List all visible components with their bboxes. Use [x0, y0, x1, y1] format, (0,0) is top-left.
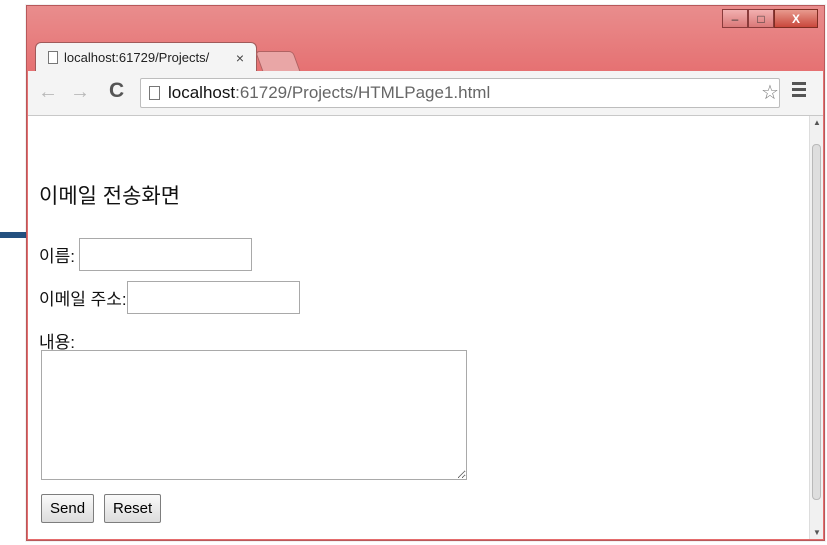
menu-icon[interactable]	[792, 82, 806, 100]
address-bar[interactable]: localhost :61729/Projects/HTMLPage1.html	[140, 78, 780, 108]
vertical-scrollbar[interactable]: ▲ ▼	[809, 116, 823, 539]
close-window-button[interactable]: X	[774, 9, 818, 28]
page-icon	[149, 86, 160, 100]
close-tab-icon[interactable]: ×	[236, 50, 244, 66]
reload-icon[interactable]: C	[109, 79, 124, 103]
page-heading: 이메일 전송화면	[39, 185, 181, 208]
browser-toolbar: ← → C localhost :61729/Projects/HTMLPage…	[28, 71, 823, 116]
reset-button[interactable]: Reset	[104, 494, 162, 523]
page-icon	[48, 51, 58, 64]
bookmark-star-icon[interactable]: ☆	[761, 80, 779, 105]
page-content: 이메일 전송화면 이름: 이메일 주소: 내용: Send Reset	[28, 116, 809, 539]
browser-window: – □ X localhost:61729/Projects/ × ← → C …	[26, 5, 825, 541]
tab-title: localhost:61729/Projects/	[64, 50, 210, 65]
forward-icon[interactable]: →	[70, 81, 90, 104]
url-host: localhost	[168, 83, 236, 102]
scroll-down-icon[interactable]: ▼	[813, 528, 821, 537]
content-textarea[interactable]	[41, 350, 467, 480]
url-path: :61729/Projects/HTMLPage1.html	[235, 83, 491, 102]
email-row: 이메일 주소:	[39, 281, 300, 314]
back-icon[interactable]: ←	[38, 81, 58, 104]
minimize-button[interactable]: –	[722, 9, 748, 28]
new-tab-button[interactable]	[254, 51, 302, 73]
scroll-thumb[interactable]	[812, 144, 821, 500]
scroll-up-icon[interactable]: ▲	[813, 118, 821, 127]
browser-tab[interactable]: localhost:61729/Projects/ ×	[35, 42, 257, 72]
send-button[interactable]: Send	[41, 494, 95, 523]
window-controls: – □ X	[722, 9, 818, 28]
name-input[interactable]	[79, 238, 253, 271]
email-label: 이메일 주소:	[39, 290, 127, 309]
name-row: 이름:	[39, 238, 253, 271]
name-label: 이름:	[39, 247, 76, 266]
maximize-button[interactable]: □	[748, 9, 774, 28]
email-input[interactable]	[126, 281, 300, 314]
background-stripe	[0, 232, 26, 238]
